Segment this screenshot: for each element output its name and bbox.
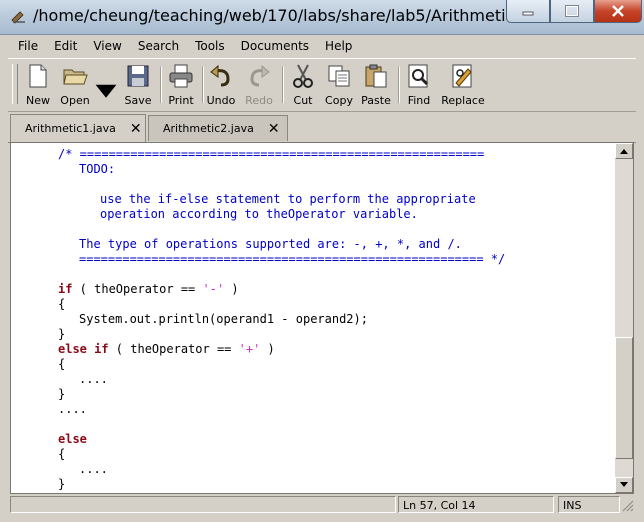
print-button[interactable]: Print xyxy=(166,63,196,109)
vertical-scrollbar[interactable] xyxy=(615,142,634,494)
arrow-down-icon xyxy=(620,482,628,487)
tab-label: Arithmetic2.java xyxy=(163,122,254,135)
close-icon xyxy=(612,5,624,17)
scroll-down-button[interactable] xyxy=(615,477,633,493)
printer-icon xyxy=(169,64,193,88)
close-window-button[interactable] xyxy=(594,0,642,23)
redo-button: Redo xyxy=(244,63,274,109)
gedit-app-icon[interactable] xyxy=(11,10,27,24)
code-line: operation according to theOperator varia… xyxy=(100,207,418,221)
menu-tools[interactable]: Tools xyxy=(185,39,231,53)
minimize-button[interactable] xyxy=(506,0,550,23)
cut-button[interactable]: Cut xyxy=(288,63,318,109)
undo-button[interactable]: Undo xyxy=(206,63,236,109)
status-message xyxy=(10,496,396,513)
code-line: /* =====================================… xyxy=(58,147,485,161)
menu-search[interactable]: Search xyxy=(128,39,185,53)
tab-label: Arithmetic1.java xyxy=(25,122,116,135)
code-line: } xyxy=(58,327,66,341)
resize-grip-icon[interactable] xyxy=(622,500,634,512)
maximize-button[interactable] xyxy=(550,0,594,23)
scissors-icon xyxy=(293,64,313,88)
tab-arithmetic1[interactable]: Arithmetic1.java ✕ xyxy=(10,114,146,142)
document-tabs: Arithmetic1.java ✕ Arithmetic2.java ✕ xyxy=(8,112,636,143)
scroll-up-button[interactable] xyxy=(615,143,633,159)
code-line: The type of operations supported are: -,… xyxy=(79,237,462,251)
code-line: if ( theOperator == '-' ) xyxy=(58,282,239,296)
toolbar-grip[interactable] xyxy=(12,64,18,104)
save-button[interactable]: Save xyxy=(123,63,153,109)
scrollbar-thumb[interactable] xyxy=(615,337,633,459)
code-line: else if ( theOperator == '+' ) xyxy=(58,342,275,356)
menu-edit[interactable]: Edit xyxy=(44,39,83,53)
menu-file[interactable]: File xyxy=(8,39,44,53)
toolbar: New Open Save Print Undo Redo Cut Copy P… xyxy=(8,58,636,112)
menu-documents[interactable]: Documents xyxy=(231,39,315,53)
menu-help[interactable]: Help xyxy=(315,39,358,53)
open-button[interactable]: Open xyxy=(58,63,92,109)
code-line: else xyxy=(58,432,87,446)
new-button[interactable]: New xyxy=(24,63,52,109)
redo-icon xyxy=(250,64,270,87)
insert-mode: INS xyxy=(558,496,620,513)
code-editor[interactable]: /* =====================================… xyxy=(10,142,617,494)
code-line: TODO: xyxy=(79,162,116,176)
undo-icon xyxy=(210,64,230,87)
code-line: .... xyxy=(79,372,108,386)
new-document-icon xyxy=(29,64,47,88)
toolbar-separator xyxy=(160,67,162,103)
window-title: /home/cheung/teaching/web/170/labs/share… xyxy=(33,6,509,25)
code-line: use the if-else statement to perform the… xyxy=(100,192,476,206)
tab-arithmetic2[interactable]: Arithmetic2.java ✕ xyxy=(148,115,288,141)
toolbar-separator xyxy=(202,67,204,103)
paste-button[interactable]: Paste xyxy=(360,63,392,109)
toolbar-separator xyxy=(282,67,284,103)
code-line: ========================================… xyxy=(79,252,506,266)
chevron-down-icon xyxy=(95,84,117,98)
arrow-up-icon xyxy=(620,149,628,154)
menu-view[interactable]: View xyxy=(83,39,127,53)
toolbar-separator xyxy=(398,67,400,103)
cursor-position: Ln 57, Col 14 xyxy=(398,496,554,513)
code-line: System.out.println(operand1 - operand2); xyxy=(79,312,368,326)
floppy-disk-icon xyxy=(127,65,149,87)
copy-icon xyxy=(328,65,350,87)
code-line: } xyxy=(58,477,66,491)
replace-button[interactable]: Replace xyxy=(438,63,488,109)
minimize-icon xyxy=(522,11,534,16)
code-line: .... xyxy=(58,402,87,416)
menu-bar: File Edit View Search Tools Documents He… xyxy=(8,35,636,57)
find-replace-icon xyxy=(452,64,472,88)
code-line: { xyxy=(58,357,66,371)
folder-open-icon xyxy=(63,69,88,85)
clipboard-paste-icon xyxy=(365,64,387,88)
code-line: } xyxy=(58,387,66,401)
code-line: { xyxy=(58,447,66,461)
title-bar: /home/cheung/teaching/web/170/labs/share… xyxy=(0,0,644,35)
maximize-icon xyxy=(565,5,579,17)
close-tab-icon[interactable]: ✕ xyxy=(268,121,280,137)
copy-button[interactable]: Copy xyxy=(324,63,354,109)
status-bar: Ln 57, Col 14 INS xyxy=(8,494,636,516)
code-line: { xyxy=(58,297,66,311)
code-line: .... xyxy=(79,462,108,476)
find-button[interactable]: Find xyxy=(404,63,434,109)
close-tab-icon[interactable]: ✕ xyxy=(130,121,142,137)
find-icon xyxy=(408,64,429,88)
